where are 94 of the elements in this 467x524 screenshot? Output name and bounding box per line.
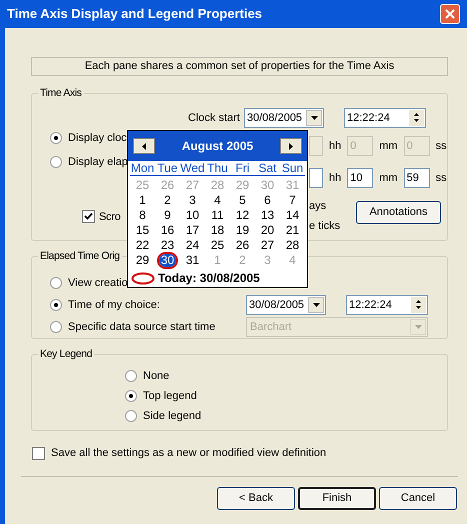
date-dropdown[interactable]: 30/08/2005 (246, 294, 326, 315)
calendar-day[interactable]: 3 (187, 194, 198, 207)
info-banner: Each pane shares a common set of properties for the Time Axis (31, 57, 448, 76)
clock-start-label: Clock start (187, 110, 241, 126)
dialog-button[interactable]: Cancel (379, 486, 457, 510)
calendar-day[interactable]: 27 (258, 239, 276, 252)
calendar-day[interactable]: 16 (158, 224, 176, 237)
option-label: ays (309, 198, 328, 212)
unit-label: ss (436, 138, 447, 154)
number-field[interactable] (309, 168, 323, 188)
radio-button[interactable] (50, 298, 62, 311)
calendar-day[interactable]: 15 (134, 224, 152, 237)
radio-label: Top legend (143, 388, 197, 404)
calendar-day[interactable]: 17 (184, 224, 202, 237)
calendar-day[interactable]: 1 (137, 194, 148, 207)
close-button[interactable] (440, 4, 460, 24)
weekday-label: Tue (156, 161, 179, 175)
radio-button[interactable] (125, 370, 137, 382)
calendar-day[interactable]: 30 (158, 254, 176, 267)
option-label: e ticks (309, 218, 340, 232)
oval-icon (131, 272, 155, 284)
dialog-button[interactable]: < Back (217, 486, 295, 510)
window-title: Time Axis Display and Legend Properties (7, 5, 264, 24)
radio-button[interactable] (50, 156, 62, 168)
radio-label: Side legend (143, 408, 202, 424)
previous-month-button[interactable] (133, 138, 155, 154)
calendar-day[interactable]: 8 (137, 209, 148, 222)
unit-label: hh (329, 138, 342, 154)
radio-button[interactable] (50, 320, 62, 333)
weekday-label: Sat (257, 161, 278, 175)
checkbox[interactable] (82, 210, 95, 224)
weekday-label: Sun (280, 161, 304, 175)
calendar-day[interactable]: 18 (208, 224, 226, 237)
weekday-label: Thu (206, 161, 229, 175)
today-link[interactable]: Today: 30/08/2005 (158, 269, 260, 287)
calendar-day[interactable]: 10 (184, 209, 202, 222)
unit-label: mm (379, 138, 398, 154)
number-field[interactable]: 59 (404, 168, 430, 188)
calendar-day[interactable]: 6 (262, 194, 273, 207)
weekday-label: Wed (180, 161, 205, 175)
date-dropdown[interactable]: 30/08/2005 (244, 108, 324, 128)
calendar-day[interactable]: 20 (258, 224, 276, 237)
calendar-day[interactable]: 12 (234, 209, 252, 222)
month-title: August 2005 (182, 138, 254, 155)
calendar-day[interactable]: 19 (234, 224, 252, 237)
calendar-day[interactable]: 31 (184, 254, 202, 267)
calendar-day[interactable]: 22 (134, 239, 152, 252)
calendar-day[interactable]: 7 (287, 194, 298, 207)
left-triangle-icon (142, 142, 146, 150)
calendar-day[interactable]: 14 (284, 209, 302, 222)
time-field[interactable]: 12:22:24 (344, 108, 426, 128)
radio-button[interactable] (125, 410, 137, 422)
radio-button[interactable] (50, 132, 62, 144)
number-field[interactable]: 10 (347, 168, 374, 188)
spinner-icon (411, 296, 426, 313)
next-month-button[interactable] (280, 138, 302, 154)
radio-label: Display cloc (68, 130, 127, 146)
calendar-day[interactable]: 24 (184, 239, 202, 252)
calendar-day[interactable]: 23 (158, 239, 176, 252)
calendar-day[interactable]: 21 (284, 224, 302, 237)
unit-label: mm (379, 170, 398, 186)
checkbox-label: Save all the settings as a new or modified view definition (51, 446, 326, 461)
radio-label: Display elap (68, 154, 128, 170)
right-triangle-icon (288, 142, 293, 150)
calendar-day[interactable]: 2 (162, 194, 173, 207)
annotations-button[interactable]: Annotations (356, 200, 441, 224)
time-field[interactable]: 12:22:24 (346, 294, 428, 315)
calendar-day[interactable]: 25 (208, 239, 226, 252)
radio-label: None (143, 368, 170, 384)
calendar-day[interactable]: 26 (234, 239, 252, 252)
calendar-day[interactable]: 5 (237, 194, 248, 207)
spinner-icon (409, 110, 424, 126)
radio-label: Time of my choice: (68, 298, 160, 312)
calendar-day[interactable]: 11 (209, 209, 226, 222)
radio-label: Specific data source start time (68, 320, 216, 334)
group-title: Elapsed Time Orig (39, 249, 121, 264)
unit-label: ss (436, 170, 447, 186)
weekday-label: Fri (234, 161, 250, 175)
weekday-label: Mon (130, 161, 155, 175)
radio-button[interactable] (125, 390, 137, 402)
checkbox-label: Scro (99, 210, 120, 224)
close-icon (445, 9, 455, 19)
group-title: Key Legend (39, 347, 94, 362)
calendar-day[interactable]: 28 (284, 239, 302, 252)
calendar-day[interactable]: 4 (212, 194, 223, 207)
checkbox[interactable] (32, 446, 45, 460)
dialog-button[interactable]: Finish (298, 486, 376, 510)
group-title: Time Axis (39, 86, 83, 101)
radio-button[interactable] (50, 276, 62, 289)
calendar-day[interactable]: 29 (134, 254, 152, 267)
unit-label: hh (329, 170, 342, 186)
radio-label: View creatio (68, 276, 128, 290)
calendar-day[interactable]: 9 (162, 209, 173, 222)
calendar-day[interactable]: 13 (258, 209, 276, 222)
